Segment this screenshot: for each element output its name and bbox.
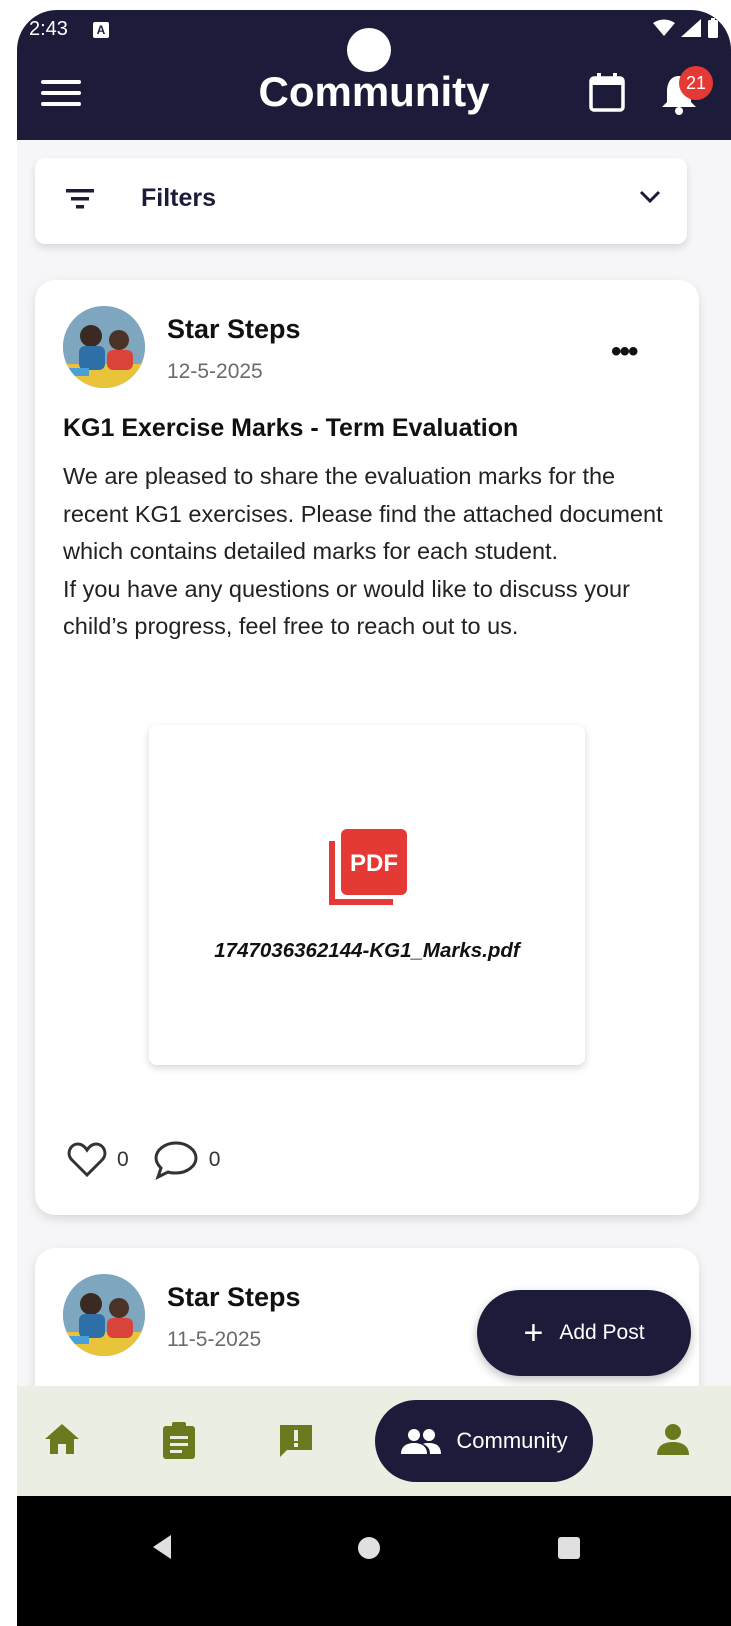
status-icons [653,18,719,38]
post-author[interactable]: Star Steps [167,1282,301,1313]
like-count: 0 [117,1148,129,1171]
notification-badge: 21 [679,66,713,100]
system-navigation-bar [17,1496,731,1626]
post-date: 11-5-2025 [167,1328,262,1351]
post-body: We are pleased to share the evaluation m… [63,458,673,646]
pdf-attachment[interactable]: PDF 1747036362144-KG1_Marks.pdf [149,725,585,1065]
avatar-image [63,306,145,388]
filter-icon [66,189,94,209]
nav-community[interactable]: Community [375,1400,593,1482]
avatar-image [63,1274,145,1356]
post-author[interactable]: Star Steps [167,314,301,345]
phone-screen: 2:43 A Community 21 Filters Star Steps 1… [17,10,731,1626]
calendar-icon[interactable] [589,72,625,112]
report-icon[interactable] [277,1422,315,1460]
post-title: KG1 Exercise Marks - Term Evaluation [63,414,519,442]
camera-cutout [347,28,391,72]
comment-icon[interactable] [153,1140,199,1180]
chevron-down-icon [639,190,661,204]
back-icon[interactable] [151,1534,173,1560]
avatar[interactable] [63,1274,145,1356]
post-paragraph: We are pleased to share the evaluation m… [63,463,663,564]
post-actions: 0 0 [67,1140,244,1180]
add-post-label: Add Post [559,1321,645,1344]
comment-count: 0 [208,1148,221,1171]
pdf-file-icon: PDF [329,829,407,905]
status-time: 2:43 [29,18,68,40]
post-date: 12-5-2025 [167,360,263,383]
filters-label: Filters [141,184,217,212]
signal-icon [681,19,701,37]
app-header: 2:43 A Community 21 [17,10,731,140]
more-options-icon[interactable]: ••• [611,335,638,369]
post-paragraph: If you have any questions or would like … [63,575,630,640]
bottom-navigation: Community [17,1386,731,1496]
filters-dropdown[interactable]: Filters [35,158,687,244]
wifi-icon [653,19,675,36]
pdf-file-type: PDF [350,850,398,877]
recents-icon[interactable] [557,1536,581,1560]
plus-icon: + [523,1314,544,1352]
people-icon [401,1429,442,1454]
heart-icon[interactable] [67,1142,107,1178]
clipboard-icon[interactable] [161,1422,197,1460]
profile-icon[interactable] [655,1422,691,1456]
post-card: Star Steps 12-5-2025 ••• KG1 Exercise Ma… [35,280,699,1215]
battery-icon [708,18,718,38]
avatar[interactable] [63,306,145,388]
attachment-filename: 1747036362144-KG1_Marks.pdf [214,939,520,962]
home-circle-icon[interactable] [357,1536,381,1560]
home-icon[interactable] [43,1422,81,1456]
add-post-button[interactable]: + Add Post [477,1290,691,1376]
nav-community-label: Community [456,1428,568,1453]
status-a-icon: A [93,22,109,38]
